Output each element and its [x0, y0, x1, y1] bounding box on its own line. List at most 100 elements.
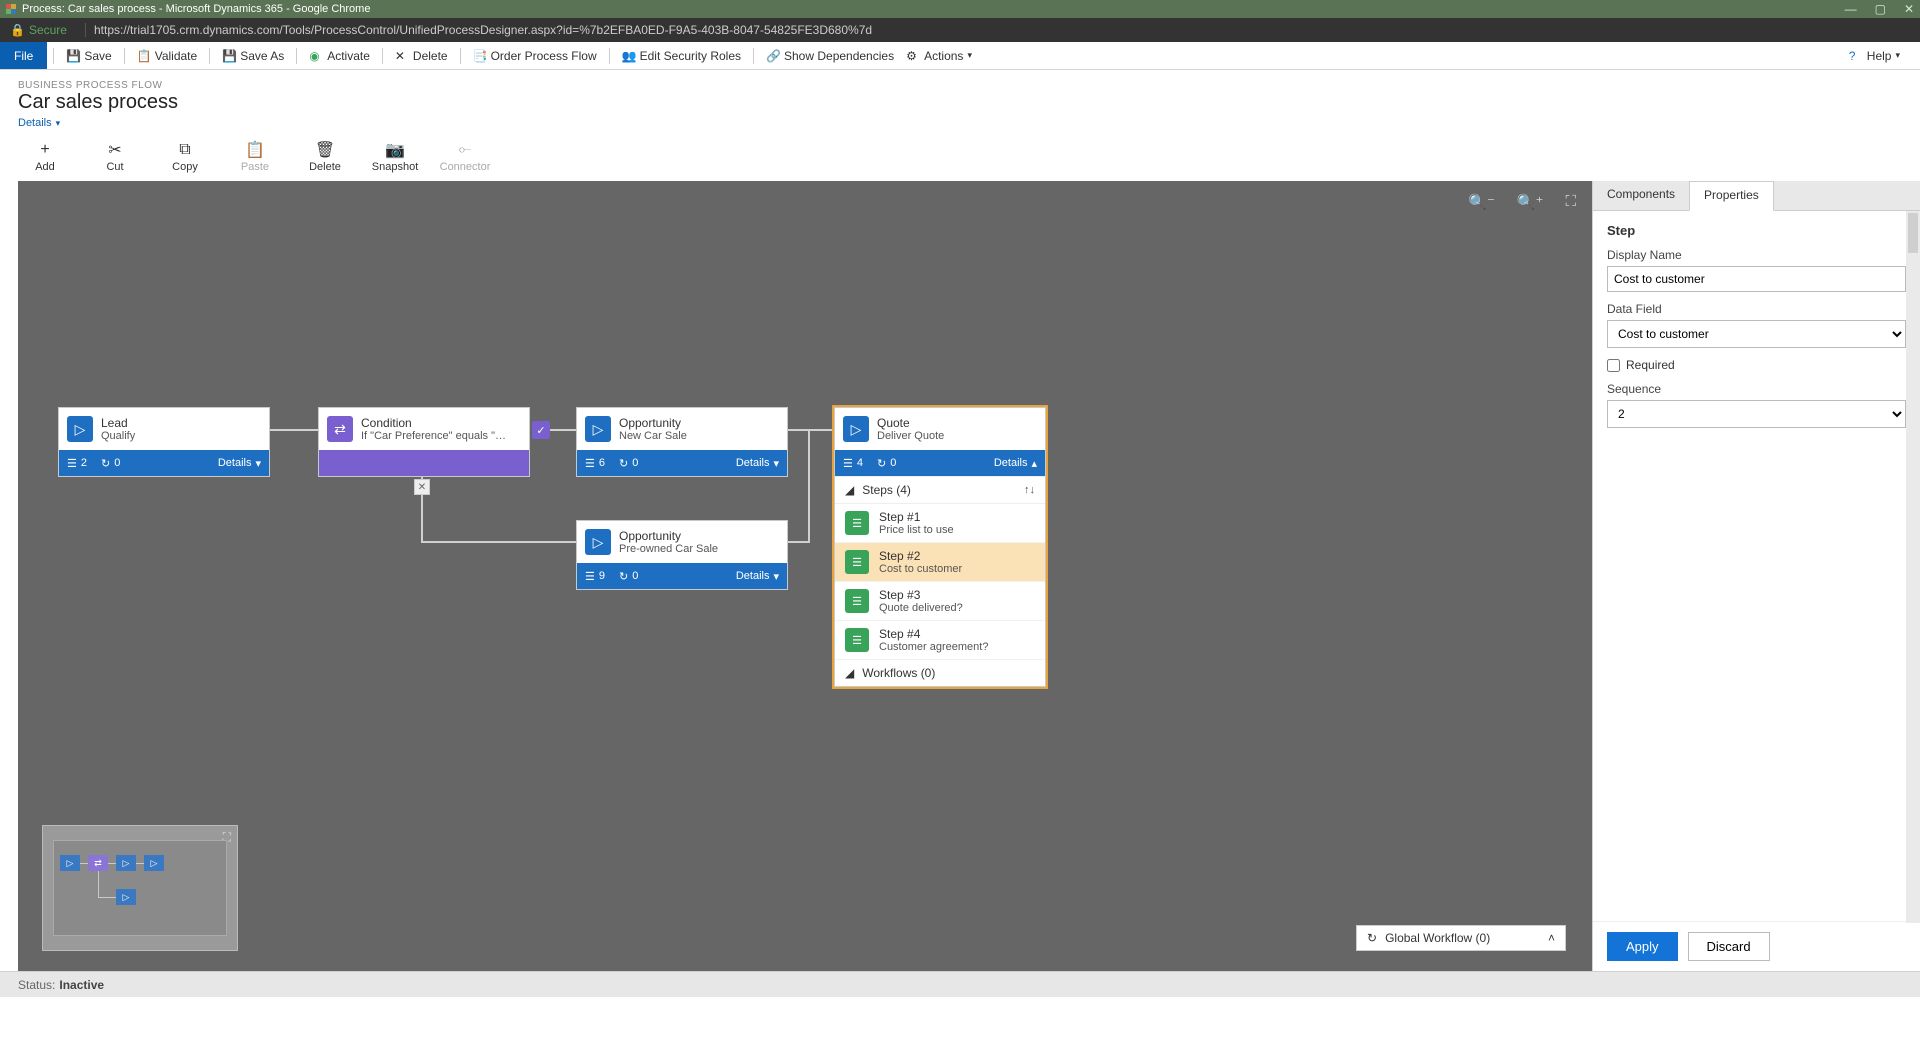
url-text[interactable]: https://trial1705.crm.dynamics.com/Tools… — [94, 23, 872, 37]
data-field-select[interactable]: Cost to customer — [1607, 320, 1906, 348]
tab-properties[interactable]: Properties — [1689, 181, 1774, 211]
step-icon: ☰ — [845, 589, 869, 613]
required-checkbox[interactable] — [1607, 359, 1620, 372]
display-name-input[interactable] — [1607, 266, 1906, 292]
global-workflow-bar[interactable]: ↻ Global Workflow (0) ˄ — [1356, 925, 1566, 951]
actions-menu-button[interactable]: ⚙Actions▾ — [900, 49, 978, 63]
tab-components[interactable]: Components — [1593, 181, 1689, 210]
stage-entity-label: Opportunity — [619, 529, 718, 543]
panel-scrollbar[interactable] — [1906, 211, 1920, 923]
collapse-icon: ◢ — [845, 666, 854, 680]
snapshot-button[interactable]: 📷Snapshot — [374, 141, 416, 173]
window-favicon — [6, 4, 16, 14]
window-minimize-icon[interactable]: — — [1845, 2, 1857, 16]
activate-button[interactable]: ◉Activate — [303, 49, 376, 63]
connector-button[interactable]: ⟜Connector — [444, 141, 486, 173]
window-close-icon[interactable]: ✕ — [1904, 2, 1914, 16]
sequence-label: Sequence — [1607, 382, 1906, 396]
actions-icon: ⚙ — [906, 49, 920, 63]
save-button[interactable]: 💾Save — [60, 49, 117, 63]
minimap-node: ▷ — [116, 855, 136, 871]
zoom-out-icon[interactable]: 🔍⁻ — [1468, 193, 1495, 211]
step-item[interactable]: ☰ Step #1Price list to use — [835, 504, 1045, 543]
details-toggle[interactable]: Details▴ — [994, 457, 1037, 470]
dependencies-icon: 🔗 — [766, 49, 780, 63]
browser-address-bar: 🔒 Secure https://trial1705.crm.dynamics.… — [0, 18, 1920, 42]
refresh-icon: ↻ — [619, 570, 628, 583]
apply-button[interactable]: Apply — [1607, 932, 1678, 961]
lock-icon: 🔒 — [10, 23, 25, 37]
stage-quote[interactable]: ▷ Quote Deliver Quote ☰4 ↻0 Details▴ ◢ S… — [834, 407, 1046, 687]
delete-toolbar-button[interactable]: 🗑Delete — [304, 141, 346, 173]
chevron-down-icon: ▾ — [1895, 50, 1900, 61]
status-value: Inactive — [59, 978, 104, 992]
delete-button[interactable]: ✕Delete — [389, 49, 454, 63]
edit-security-roles-button[interactable]: 👥Edit Security Roles — [616, 49, 747, 63]
refresh-icon: ↻ — [101, 457, 110, 470]
validate-icon: 📋 — [137, 49, 151, 63]
details-toggle[interactable]: Details▾ — [736, 457, 779, 470]
step-item[interactable]: ☰ Step #3Quote delivered? — [835, 582, 1045, 621]
chevron-down-icon: ▾ — [56, 118, 61, 129]
condition-false-icon: ✕ — [414, 479, 430, 495]
file-menu-button[interactable]: File — [0, 42, 47, 69]
stage-opportunity-preowned[interactable]: ▷ Opportunity Pre-owned Car Sale ☰9 ↻0 D… — [576, 520, 788, 590]
connector-icon: ⟜ — [459, 141, 472, 159]
status-bar: Status: Inactive — [0, 971, 1920, 997]
workflows-count: ↻0 — [877, 457, 896, 470]
minimap-node: ▷ — [60, 855, 80, 871]
sequence-select[interactable]: 2 — [1607, 400, 1906, 428]
scissors-icon: ✂ — [108, 141, 121, 159]
step-item[interactable]: ☰ Step #4Customer agreement? — [835, 621, 1045, 660]
step-icon: ☰ — [845, 511, 869, 535]
add-button[interactable]: +Add — [24, 141, 66, 173]
stage-lead[interactable]: ▷ Lead Qualify ☰2 ↻0 Details▾ — [58, 407, 270, 477]
refresh-icon: ↻ — [1367, 931, 1377, 945]
chevron-up-icon: ˄ — [1548, 931, 1555, 945]
workflows-count: ↻0 — [619, 457, 638, 470]
designer-canvas[interactable]: ▷ Lead Qualify ☰2 ↻0 Details▾ ⇄ C — [18, 181, 1592, 971]
details-toggle[interactable]: Details▾ — [736, 570, 779, 583]
stage-condition[interactable]: ⇄ Condition If "Car Preference" equals "… — [318, 407, 530, 477]
copy-button[interactable]: ⧉Copy — [164, 141, 206, 173]
secure-indicator: 🔒 Secure — [10, 23, 67, 37]
stage-icon: ▷ — [585, 529, 611, 555]
minimap[interactable]: ⛶ ▷ ⇄ ▷ ▷ ▷ — [42, 825, 238, 951]
reorder-arrows-icon[interactable]: ↑↓ — [1024, 484, 1035, 496]
stage-entity-label: Lead — [101, 416, 135, 430]
show-dependencies-button[interactable]: 🔗Show Dependencies — [760, 49, 900, 63]
window-maximize-icon[interactable]: ▢ — [1875, 2, 1886, 16]
details-expand-link[interactable]: Details▾ — [18, 117, 60, 129]
chevron-down-icon: ▾ — [773, 457, 779, 470]
step-item-selected[interactable]: ☰ Step #2Cost to customer — [835, 543, 1045, 582]
stage-opportunity-new[interactable]: ▷ Opportunity New Car Sale ☰6 ↻0 Details… — [576, 407, 788, 477]
fit-screen-icon[interactable]: ⛶ — [1565, 193, 1576, 211]
page-title: Car sales process — [18, 91, 1902, 114]
paste-icon: 📋 — [245, 141, 265, 159]
help-icon: ? — [1849, 49, 1863, 63]
help-button[interactable]: ?Help▾ — [1843, 49, 1906, 63]
stage-entity-label: Opportunity — [619, 416, 687, 430]
page-header: BUSINESS PROCESS FLOW Car sales process … — [0, 70, 1920, 135]
order-icon: 📑 — [473, 49, 487, 63]
steps-header[interactable]: ◢ Steps (4) ↑↓ — [835, 476, 1045, 504]
cut-button[interactable]: ✂Cut — [94, 141, 136, 173]
stage-name-label: New Car Sale — [619, 430, 687, 442]
command-ribbon: File 💾Save 📋Validate 💾Save As ◉Activate … — [0, 42, 1920, 70]
window-titlebar: Process: Car sales process - Microsoft D… — [0, 0, 1920, 18]
stage-name-label: Deliver Quote — [877, 430, 944, 442]
order-process-flow-button[interactable]: 📑Order Process Flow — [467, 49, 603, 63]
details-toggle[interactable]: Details▾ — [218, 457, 261, 470]
workflows-header[interactable]: ◢ Workflows (0) — [835, 660, 1045, 686]
validate-button[interactable]: 📋Validate — [131, 49, 203, 63]
paste-button[interactable]: 📋Paste — [234, 141, 276, 173]
save-as-button[interactable]: 💾Save As — [216, 49, 290, 63]
properties-section-title: Step — [1607, 223, 1906, 238]
stage-name-label: Pre-owned Car Sale — [619, 543, 718, 555]
discard-button[interactable]: Discard — [1688, 932, 1770, 961]
chevron-down-icon: ▾ — [773, 570, 779, 583]
refresh-icon: ↻ — [877, 457, 886, 470]
chevron-down-icon: ▾ — [255, 457, 261, 470]
zoom-in-icon[interactable]: 🔍⁺ — [1517, 193, 1544, 211]
steps-count: ☰2 — [67, 457, 87, 470]
